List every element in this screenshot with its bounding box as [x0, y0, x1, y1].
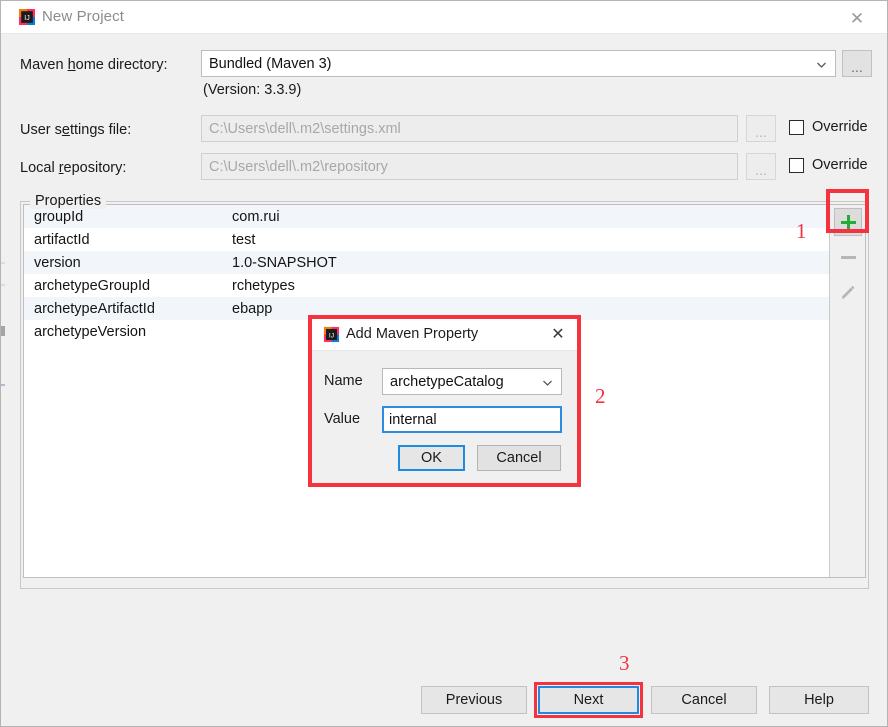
- user-settings-label: User settings file:: [20, 122, 132, 138]
- minus-icon: [840, 255, 856, 259]
- user-settings-browse-button[interactable]: ...: [746, 115, 776, 142]
- properties-legend: Properties: [30, 193, 107, 209]
- properties-toolbar: [829, 205, 865, 577]
- svg-text:IJ: IJ: [329, 332, 334, 339]
- annotation-number-1: 1: [796, 219, 807, 243]
- add-property-button[interactable]: [833, 207, 863, 237]
- ok-button[interactable]: OK: [398, 445, 465, 471]
- property-key: archetypeVersion: [34, 323, 147, 340]
- user-settings-value: C:\Users\dell\.m2\settings.xml: [209, 120, 401, 137]
- property-key: version: [34, 254, 81, 271]
- maven-version-note: (Version: 3.3.9): [203, 82, 302, 98]
- table-row[interactable]: groupId com.rui: [24, 205, 830, 228]
- annotation-number-2: 2: [595, 384, 606, 408]
- previous-button[interactable]: Previous: [421, 686, 527, 714]
- edge-artifact: [1, 262, 5, 264]
- svg-text:IJ: IJ: [24, 15, 29, 22]
- property-key: groupId: [34, 208, 84, 225]
- property-value: rchetypes: [232, 277, 295, 294]
- property-key: artifactId: [34, 231, 90, 248]
- property-value: com.rui: [232, 208, 280, 225]
- maven-home-combo[interactable]: Bundled (Maven 3): [201, 50, 836, 77]
- property-key: archetypeGroupId: [34, 277, 151, 294]
- local-repository-browse-button[interactable]: ...: [746, 153, 776, 180]
- new-project-dialog: IJ New Project ✕ Maven home directory: B…: [0, 0, 888, 727]
- maven-home-browse-button[interactable]: ...: [842, 50, 872, 77]
- edge-artifact: [1, 384, 5, 386]
- edge-artifact: [1, 284, 5, 286]
- add-maven-property-dialog: IJ Add Maven Property ✕ Name archetypeCa…: [308, 315, 581, 487]
- table-row[interactable]: archetypeGroupId rchetypes: [24, 274, 830, 297]
- property-value: test: [232, 231, 256, 248]
- intellij-idea-icon: IJ: [18, 8, 36, 26]
- chevron-down-icon: [542, 376, 553, 387]
- close-icon[interactable]: ✕: [837, 6, 877, 30]
- local-repository-override-checkbox[interactable]: Override: [789, 157, 868, 173]
- name-label: Name: [324, 373, 363, 389]
- table-row[interactable]: version 1.0-SNAPSHOT: [24, 251, 830, 274]
- maven-home-value: Bundled (Maven 3): [209, 55, 332, 72]
- annotation-number-3: 3: [619, 651, 630, 675]
- cancel-button[interactable]: Cancel: [477, 445, 561, 471]
- modal-title: Add Maven Property: [346, 326, 479, 342]
- property-name-value: archetypeCatalog: [390, 373, 504, 390]
- edit-property-button[interactable]: [834, 281, 862, 309]
- override-label: Override: [812, 157, 868, 173]
- local-repository-label: Local repository:: [20, 160, 127, 176]
- modal-title-bar: IJ Add Maven Property ✕: [312, 319, 577, 351]
- intellij-idea-icon: IJ: [323, 326, 340, 343]
- property-value: ebapp: [232, 300, 273, 317]
- help-button[interactable]: Help: [769, 686, 869, 714]
- override-label: Override: [812, 119, 868, 135]
- close-icon[interactable]: ✕: [547, 324, 569, 346]
- property-value: 1.0-SNAPSHOT: [232, 254, 337, 271]
- local-repository-input[interactable]: C:\Users\dell\.m2\repository: [201, 153, 738, 180]
- add-maven-property-content: IJ Add Maven Property ✕ Name archetypeCa…: [312, 319, 577, 483]
- maven-home-label: Maven home directory:: [20, 57, 168, 73]
- value-label: Value: [324, 411, 361, 427]
- plus-icon: [840, 214, 856, 230]
- property-key: archetypeArtifactId: [34, 300, 155, 317]
- property-name-select[interactable]: archetypeCatalog: [382, 368, 562, 395]
- next-button[interactable]: Next: [538, 686, 639, 714]
- user-settings-input[interactable]: C:\Users\dell\.m2\settings.xml: [201, 115, 738, 142]
- user-settings-override-checkbox[interactable]: Override: [789, 119, 868, 135]
- dialog-body: Maven home directory: Bundled (Maven 3) …: [1, 34, 887, 726]
- checkbox-box: [789, 157, 804, 173]
- local-repository-value: C:\Users\dell\.m2\repository: [209, 158, 388, 175]
- property-value-input[interactable]: internal: [382, 406, 562, 433]
- window-title: New Project: [42, 8, 124, 25]
- remove-property-button[interactable]: [834, 243, 862, 271]
- pencil-icon: [839, 284, 857, 307]
- checkbox-box: [789, 119, 804, 135]
- cancel-wizard-button[interactable]: Cancel: [651, 686, 757, 714]
- edge-artifact: [1, 326, 5, 336]
- title-bar: IJ New Project ✕: [1, 1, 887, 34]
- property-value-text: internal: [389, 411, 437, 428]
- chevron-down-icon: [816, 58, 827, 69]
- table-row[interactable]: artifactId test: [24, 228, 830, 251]
